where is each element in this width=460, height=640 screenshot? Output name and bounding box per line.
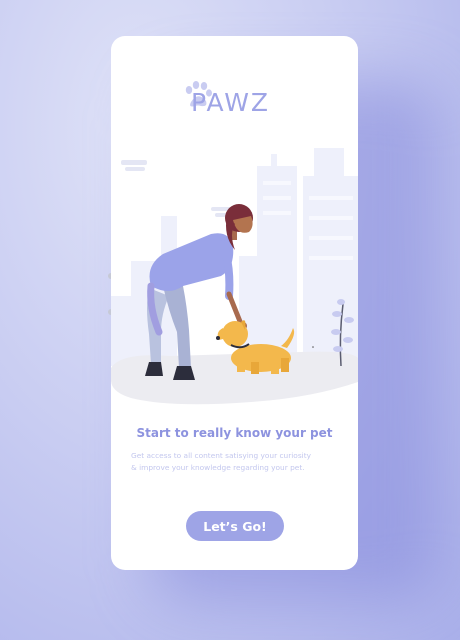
onboarding-card: PAWZ Start to really know your pet Get a… [111, 36, 358, 570]
logo-wordmark: PAWZ [191, 88, 271, 117]
lets-go-button[interactable]: Let’s Go! [186, 511, 284, 541]
onboarding-description: Get access to all content satisying your… [131, 450, 341, 474]
description-line: Get access to all content satisying your… [131, 451, 312, 460]
app-logo: PAWZ [181, 80, 291, 120]
onboarding-headline: Start to really know your pet [136, 426, 333, 440]
description-line: & improve your knowledge regarding your … [131, 463, 305, 472]
woman-petting-dog-illustration [111, 148, 358, 405]
clouds [121, 160, 235, 217]
